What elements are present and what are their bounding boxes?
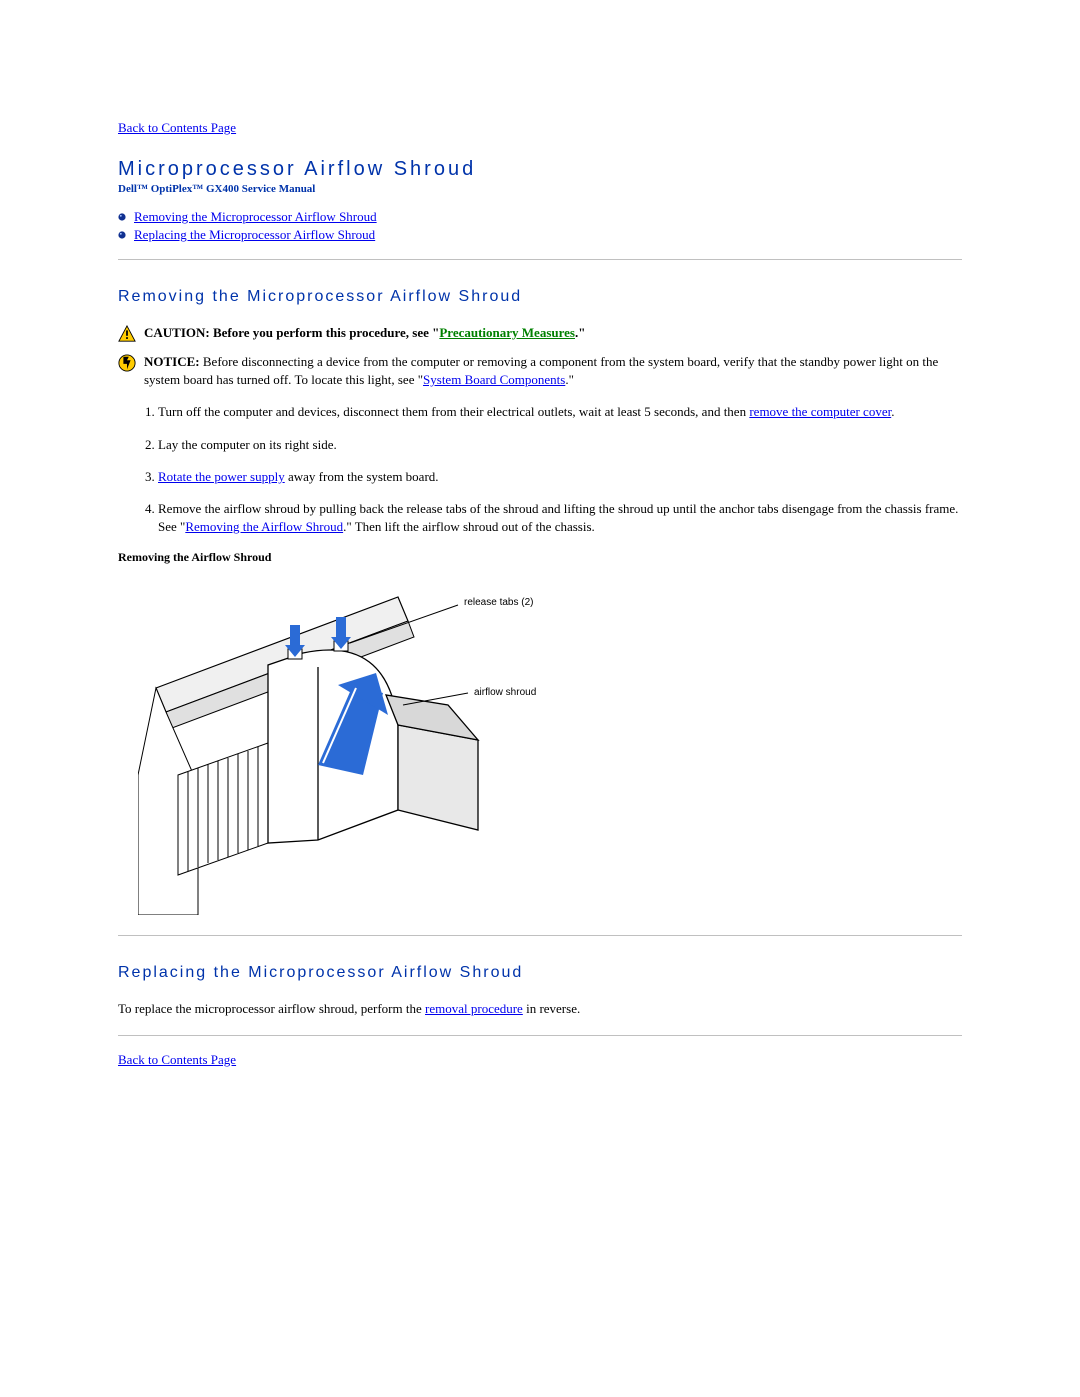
- caution-icon: [118, 325, 136, 343]
- page-container: Back to Contents Page Microprocessor Air…: [0, 0, 1080, 1397]
- precautionary-measures-link[interactable]: Precautionary Measures: [439, 325, 575, 340]
- toc-link-remove[interactable]: Removing the Microprocessor Airflow Shro…: [134, 209, 377, 225]
- toc-link-replace[interactable]: Replacing the Microprocessor Airflow Shr…: [134, 227, 375, 243]
- toc-item: Removing the Microprocessor Airflow Shro…: [118, 209, 962, 225]
- removal-steps: Turn off the computer and devices, disco…: [118, 403, 962, 536]
- step-3: Rotate the power supply away from the sy…: [158, 468, 962, 486]
- table-of-contents: Removing the Microprocessor Airflow Shro…: [118, 209, 962, 243]
- back-link-top[interactable]: Back to Contents Page: [118, 120, 962, 136]
- caution-row: CAUTION: Before you perform this procedu…: [118, 324, 962, 343]
- removing-shroud-link[interactable]: Removing the Airflow Shroud: [185, 519, 343, 534]
- divider: [118, 259, 962, 260]
- notice-text-b: .": [565, 372, 574, 387]
- removal-procedure-link[interactable]: removal procedure: [425, 1001, 523, 1016]
- page-title: Microprocessor Airflow Shroud: [118, 158, 962, 181]
- section-heading-replace: Replacing the Microprocessor Airflow Shr…: [118, 964, 962, 982]
- airflow-shroud-figure: release tabs (2) airflow shroud: [138, 575, 628, 915]
- step-2: Lay the computer on its right side.: [158, 436, 962, 454]
- notice-row: NOTICE: Before disconnecting a device fr…: [118, 353, 962, 389]
- manual-subtitle: Dell™ OptiPlex™ GX400 Service Manual: [118, 183, 962, 195]
- figure-caption: Removing the Airflow Shroud: [118, 550, 962, 565]
- step-4b: ." Then lift the airflow shroud out of t…: [343, 519, 595, 534]
- step-1a: Turn off the computer and devices, disco…: [158, 404, 749, 419]
- toc-item: Replacing the Microprocessor Airflow Shr…: [118, 227, 962, 243]
- caution-text: CAUTION: Before you perform this procedu…: [144, 324, 962, 342]
- bullet-icon: [118, 213, 126, 221]
- notice-label: NOTICE:: [144, 354, 200, 369]
- rotate-power-supply-link[interactable]: Rotate the power supply: [158, 469, 285, 484]
- section-heading-remove: Removing the Microprocessor Airflow Shro…: [118, 288, 962, 306]
- notice-text: NOTICE: Before disconnecting a device fr…: [144, 353, 962, 389]
- replace-text-b: in reverse.: [523, 1001, 580, 1016]
- replace-text-a: To replace the microprocessor airflow sh…: [118, 1001, 425, 1016]
- back-to-contents-link-bottom[interactable]: Back to Contents Page: [118, 1052, 236, 1067]
- back-link-bottom[interactable]: Back to Contents Page: [118, 1052, 962, 1068]
- back-to-contents-link-top[interactable]: Back to Contents Page: [118, 120, 236, 135]
- figure-wrap: release tabs (2) airflow shroud: [138, 575, 962, 915]
- step-3b: away from the system board.: [285, 469, 439, 484]
- replace-paragraph: To replace the microprocessor airflow sh…: [118, 1000, 962, 1018]
- divider: [118, 935, 962, 936]
- caution-suffix: .": [575, 325, 585, 340]
- notice-icon: [118, 354, 136, 372]
- label-release-tabs: release tabs (2): [464, 597, 533, 608]
- label-airflow-shroud: airflow shroud: [474, 687, 536, 698]
- remove-cover-link[interactable]: remove the computer cover: [749, 404, 891, 419]
- bullet-icon: [118, 231, 126, 239]
- step-1: Turn off the computer and devices, disco…: [158, 403, 962, 421]
- system-board-components-link[interactable]: System Board Components: [423, 372, 565, 387]
- step-1b: .: [891, 404, 894, 419]
- step-4: Remove the airflow shroud by pulling bac…: [158, 500, 962, 536]
- caution-prefix: CAUTION: Before you perform this procedu…: [144, 325, 439, 340]
- divider: [118, 1035, 962, 1036]
